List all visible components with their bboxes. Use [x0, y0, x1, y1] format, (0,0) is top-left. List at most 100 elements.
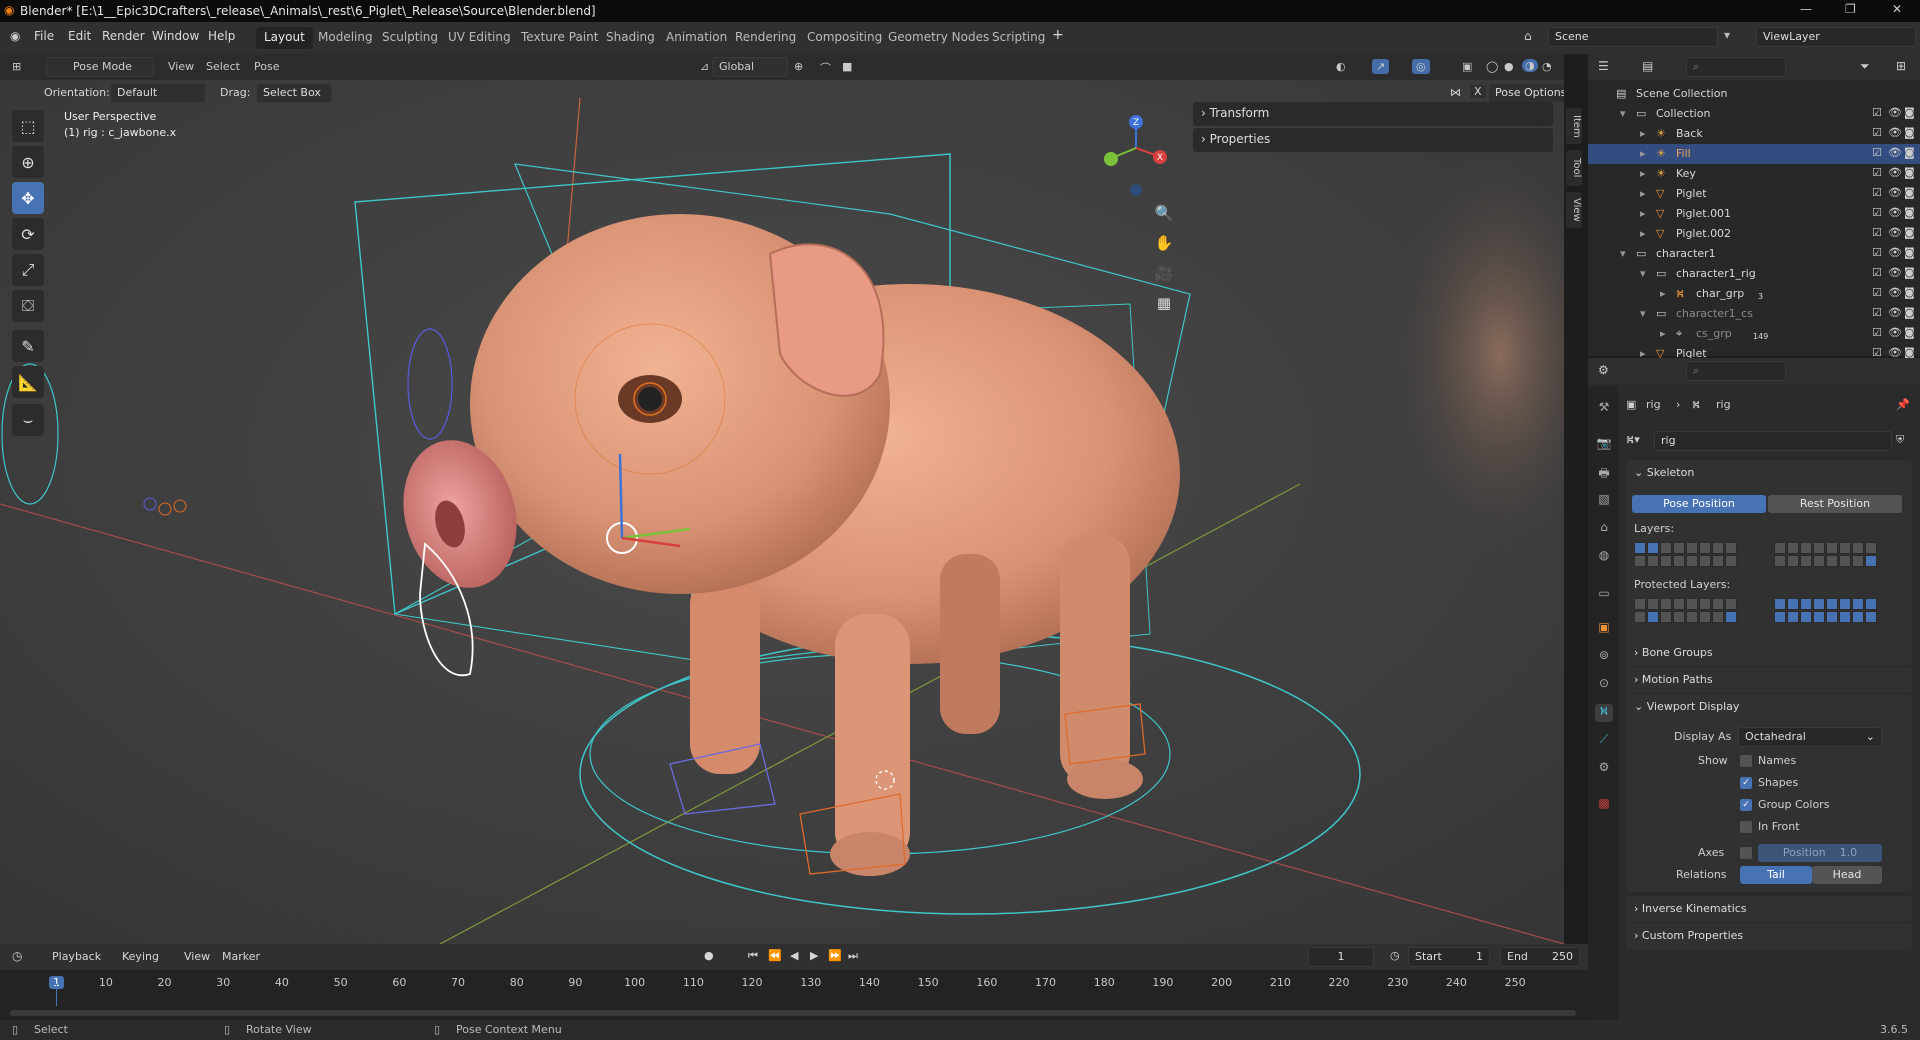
layer-toggle[interactable] — [1774, 611, 1786, 623]
bone-constraint-tab-icon[interactable]: ⚙ — [1595, 760, 1613, 778]
exclude-checkbox-icon[interactable]: ☑ — [1872, 126, 1882, 139]
layer-toggle[interactable] — [1686, 598, 1698, 610]
blender-menu-icon[interactable]: ◉ — [10, 29, 20, 43]
properties-search[interactable]: ⌕ — [1686, 361, 1786, 381]
layer-toggle[interactable] — [1852, 598, 1864, 610]
layer-toggle[interactable] — [1865, 542, 1877, 554]
xray-icon[interactable]: ▣ — [1462, 60, 1472, 73]
sidebar-tab-item[interactable]: Item — [1566, 108, 1582, 144]
layer-toggle[interactable] — [1699, 598, 1711, 610]
overlay-toggle-icon[interactable]: ◎ — [1412, 59, 1430, 74]
expand-arrow-icon[interactable]: ▸ — [1660, 287, 1666, 300]
sidebar-tab-view[interactable]: View — [1566, 192, 1582, 228]
scene-selector[interactable]: Scene — [1548, 27, 1718, 47]
render-camera-icon[interactable]: ◙ — [1904, 246, 1915, 259]
timeline-menu-marker[interactable]: Marker — [222, 950, 260, 963]
rest-position-button[interactable]: Rest Position — [1768, 495, 1902, 513]
motion-paths-panel[interactable]: › Motion Paths — [1626, 667, 1912, 693]
visibility-eye-icon[interactable]: 👁 — [1888, 326, 1902, 339]
visibility-eye-icon[interactable]: 👁 — [1888, 286, 1902, 299]
menu-edit[interactable]: Edit — [68, 29, 91, 43]
minimize-icon[interactable]: — — [1800, 2, 1812, 16]
menu-help[interactable]: Help — [208, 29, 235, 43]
outliner-editor-icon[interactable]: ☰ — [1598, 59, 1609, 73]
layer-toggle[interactable] — [1699, 555, 1711, 567]
tab-scripting[interactable]: Scripting — [984, 27, 1053, 49]
layer-toggle[interactable] — [1865, 598, 1877, 610]
layer-toggle[interactable] — [1647, 555, 1659, 567]
outliner-row[interactable]: ▸ ⛕ char_grp ☑ 👁 ◙ 3 — [1588, 284, 1920, 304]
layer-toggle[interactable] — [1725, 598, 1737, 610]
timeline-menu-keying[interactable]: Keying — [122, 950, 159, 963]
menu-window[interactable]: Window — [152, 29, 199, 43]
layer-toggle[interactable] — [1787, 598, 1799, 610]
rendered-shading-icon[interactable]: ◔ — [1542, 60, 1552, 73]
layer-toggle[interactable] — [1852, 542, 1864, 554]
tab-animation[interactable]: Animation — [658, 27, 735, 49]
jump-end-icon[interactable]: ⏭ — [848, 949, 858, 963]
layer-toggle[interactable] — [1813, 542, 1825, 554]
render-camera-icon[interactable]: ◙ — [1904, 266, 1915, 279]
axes-position-slider[interactable]: Position 1.0 — [1758, 844, 1882, 862]
layer-toggle[interactable] — [1725, 542, 1737, 554]
visibility-eye-icon[interactable]: 👁 — [1888, 146, 1902, 159]
visibility-eye-icon[interactable]: 👁 — [1888, 246, 1902, 259]
expand-arrow-icon[interactable]: ▾ — [1640, 267, 1646, 280]
expand-arrow-icon[interactable]: ▸ — [1640, 167, 1646, 180]
outliner-row[interactable]: ▸ ▽ Piglet ☑ 👁 ◙ — [1588, 184, 1920, 204]
outliner-search[interactable]: ⌕ — [1686, 57, 1786, 77]
layer-toggle[interactable] — [1800, 542, 1812, 554]
material-shading-icon[interactable]: ◑ — [1522, 59, 1538, 72]
outliner-row[interactable]: ▤ Scene Collection — [1588, 84, 1920, 104]
layer-toggle[interactable] — [1686, 542, 1698, 554]
relations-head-button[interactable]: Head — [1812, 866, 1882, 884]
camera-view-icon[interactable]: 🎥 — [1152, 264, 1176, 288]
layer-toggle[interactable] — [1673, 542, 1685, 554]
physics-tab-icon[interactable]: ⊙ — [1595, 676, 1613, 694]
tab-modeling[interactable]: Modeling — [310, 27, 381, 49]
show-group-colors-checkbox[interactable]: ✓ — [1740, 799, 1752, 811]
visibility-eye-icon[interactable]: 👁 — [1888, 226, 1902, 239]
layer-toggle[interactable] — [1787, 542, 1799, 554]
exclude-checkbox-icon[interactable]: ☑ — [1872, 326, 1882, 339]
layer-toggle[interactable] — [1712, 555, 1724, 567]
layer-toggle[interactable] — [1725, 555, 1737, 567]
layer-toggle[interactable] — [1699, 611, 1711, 623]
layer-toggle[interactable] — [1800, 555, 1812, 567]
render-camera-icon[interactable]: ◙ — [1904, 326, 1915, 339]
layer-toggle[interactable] — [1634, 555, 1646, 567]
exclude-checkbox-icon[interactable]: ☑ — [1872, 166, 1882, 179]
render-camera-icon[interactable]: ◙ — [1904, 146, 1915, 159]
pose-position-button[interactable]: Pose Position — [1632, 495, 1766, 513]
visibility-eye-icon[interactable]: 👁 — [1888, 106, 1902, 119]
show-shapes-checkbox[interactable]: ✓ — [1740, 777, 1752, 789]
tab-texture-paint[interactable]: Texture Paint — [513, 27, 606, 49]
layer-toggle[interactable] — [1725, 611, 1737, 623]
outliner-row[interactable]: ▸ ☀ Key ☑ 👁 ◙ — [1588, 164, 1920, 184]
axes-checkbox[interactable] — [1740, 847, 1752, 859]
layer-toggle[interactable] — [1660, 598, 1672, 610]
tab-shading[interactable]: Shading — [598, 27, 663, 49]
filter-icon[interactable]: ⏷ — [1860, 59, 1870, 74]
perspective-grid-icon[interactable]: ▦ — [1152, 294, 1176, 318]
preview-range-icon[interactable]: ◷ — [1390, 949, 1400, 962]
show-names-checkbox[interactable] — [1740, 755, 1752, 767]
orientation-dropdown[interactable]: Default — [110, 83, 206, 103]
next-keyframe-icon[interactable]: ⏩ — [828, 949, 842, 962]
menu-file[interactable]: File — [34, 29, 54, 43]
custom-properties-panel[interactable]: › Custom Properties — [1626, 923, 1912, 949]
bone-groups-panel[interactable]: › Bone Groups — [1626, 640, 1912, 666]
cursor-tool-icon[interactable]: ⊕ — [12, 146, 44, 178]
prev-keyframe-icon[interactable]: ⏪ — [768, 949, 782, 962]
layer-toggle[interactable] — [1787, 555, 1799, 567]
jump-start-icon[interactable]: ⏮ — [748, 949, 758, 963]
outliner-row[interactable]: ▸ ⌖ cs_grp ☑ 👁 ◙ 149 — [1588, 324, 1920, 344]
timeline-editor-icon[interactable]: ◷ — [12, 949, 22, 963]
layer-toggle[interactable] — [1800, 611, 1812, 623]
visibility-eye-icon[interactable]: 👁 — [1888, 126, 1902, 139]
layer-toggle[interactable] — [1813, 598, 1825, 610]
outliner-row[interactable]: ▸ ☀ Back ☑ 👁 ◙ — [1588, 124, 1920, 144]
pin-icon[interactable]: 📌 — [1896, 398, 1910, 411]
tab-compositing[interactable]: Compositing — [799, 27, 890, 49]
layer-toggle[interactable] — [1647, 611, 1659, 623]
